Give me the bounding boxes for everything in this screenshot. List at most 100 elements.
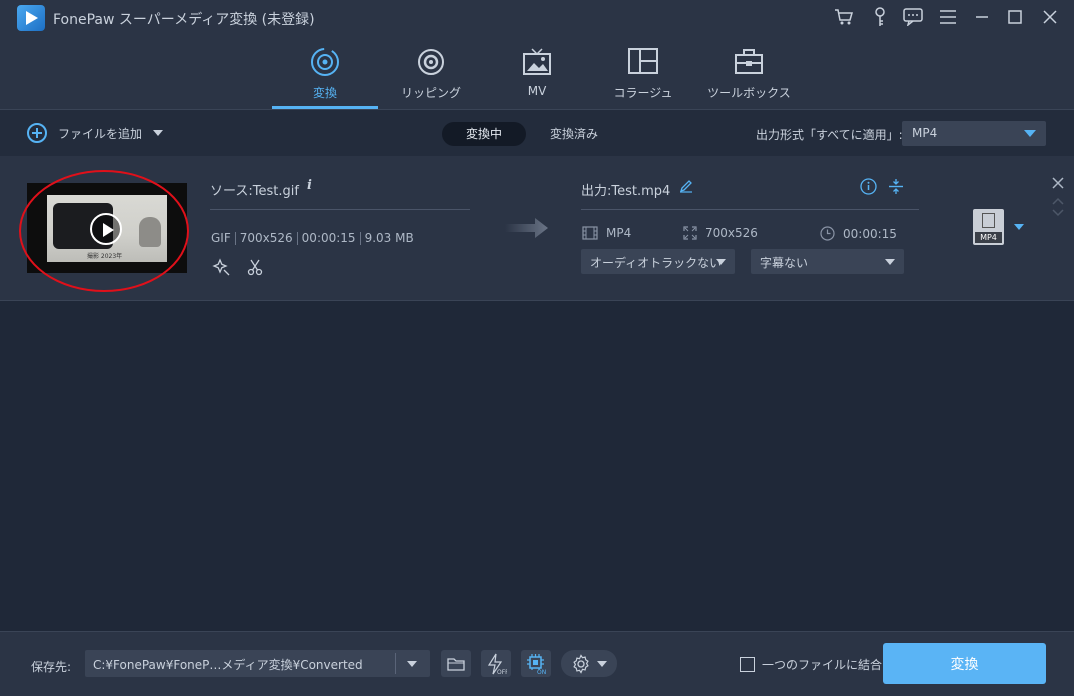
cut-icon[interactable]: [246, 258, 264, 276]
collage-icon: [626, 46, 660, 78]
output-format-info: MP4: [582, 226, 631, 240]
highlight-ellipse: [19, 170, 189, 292]
output-duration-text: 00:00:15: [843, 226, 897, 241]
subtitle-select[interactable]: 字幕ない: [751, 249, 904, 274]
output-file-name: 出力:Test.mp4: [581, 184, 671, 199]
film-icon: [582, 226, 598, 240]
output-format-select[interactable]: MP4: [902, 121, 1046, 146]
gpu-accel-on-button[interactable]: ON: [521, 650, 551, 677]
lightning-off-icon: OFF: [487, 653, 507, 675]
audio-track-select[interactable]: オーディオトラックない: [581, 249, 735, 274]
audio-track-value: オーディオトラックない: [590, 256, 722, 270]
divider: [359, 232, 361, 245]
compress-icon[interactable]: [888, 178, 906, 196]
segment-converted[interactable]: 変換済み: [526, 122, 622, 146]
divider: [395, 653, 396, 674]
chevron-down-icon[interactable]: [1014, 224, 1024, 230]
convert-status-toggle: 変換中 変換済み: [442, 122, 622, 146]
title-bar: FonePaw スーパーメディア変換 (未登録): [0, 0, 1074, 36]
convert-icon: [308, 46, 342, 78]
info-icon[interactable]: i: [307, 178, 312, 193]
hardware-accel-off-button[interactable]: OFF: [481, 650, 511, 677]
app-title: FonePaw スーパーメディア変換 (未登録): [53, 12, 315, 28]
main-nav: 変換 リッピング MV コラージュ ツールボックス: [0, 36, 1074, 110]
segment-converting[interactable]: 変換中: [442, 122, 527, 146]
open-folder-button[interactable]: [441, 650, 471, 677]
merge-label: 一つのファイルに結合: [762, 658, 883, 672]
folder-icon: [447, 657, 465, 671]
svg-text:ON: ON: [537, 669, 546, 675]
source-file-name: ソース:Test.gif: [210, 184, 299, 199]
format-badge-label: MP4: [975, 232, 1002, 243]
source-format: GIF: [211, 231, 231, 245]
maximize-icon[interactable]: [1004, 6, 1026, 28]
film-icon: [982, 213, 995, 228]
toolbox-icon: [732, 46, 766, 78]
tab-collage[interactable]: コラージュ: [590, 36, 696, 110]
divider: [0, 300, 1074, 301]
tab-ripper[interactable]: リッピング: [378, 36, 484, 110]
save-path-value: C:¥FonePaw¥FoneP…メディア変換¥Converted: [93, 658, 363, 672]
output-format-value: MP4: [912, 126, 938, 140]
move-down-icon[interactable]: [1052, 206, 1070, 224]
divider: [210, 209, 470, 210]
add-icon: [27, 123, 47, 143]
chevron-down-icon: [1024, 130, 1036, 137]
source-resolution: 700x526: [239, 231, 293, 245]
add-file-button[interactable]: ファイルを追加: [27, 123, 164, 143]
remove-icon[interactable]: [1052, 177, 1070, 195]
divider: [581, 209, 919, 210]
resize-icon: [683, 226, 697, 240]
gear-icon: [573, 653, 589, 674]
convert-button[interactable]: 変換: [883, 643, 1046, 684]
tab-mv[interactable]: MV: [484, 36, 590, 110]
clock-icon: [820, 226, 835, 241]
bottom-bar: 保存先: C:¥FonePaw¥FoneP…メディア変換¥Converted O…: [0, 631, 1074, 696]
arrow-right-icon: [505, 217, 549, 239]
svg-text:OFF: OFF: [497, 669, 507, 675]
divider: [234, 232, 236, 245]
output-format-label: 出力形式「すべてに適用」:: [756, 128, 903, 142]
source-duration: 00:00:15: [301, 231, 356, 245]
minimize-icon[interactable]: [971, 6, 993, 28]
output-resolution-info: 700x526: [683, 226, 758, 240]
key-icon[interactable]: [869, 6, 891, 28]
subtitle-value: 字幕ない: [760, 256, 809, 270]
output-duration-info: 00:00:15: [820, 226, 897, 241]
tab-label: MV: [527, 84, 547, 98]
checkbox[interactable]: [740, 657, 755, 672]
merge-checkbox[interactable]: 一つのファイルに結合: [740, 656, 882, 673]
tab-label: リッピング: [400, 86, 461, 100]
toolbar: ファイルを追加 変換中 変換済み 出力形式「すべてに適用」: MP4: [0, 110, 1074, 156]
ripper-icon: [414, 46, 448, 78]
cart-icon[interactable]: [833, 6, 855, 28]
chevron-down-icon: [716, 259, 726, 265]
info-icon[interactable]: [860, 178, 878, 196]
divider: [296, 232, 298, 245]
source-meta: GIF 700x526 00:00:15 9.03 MB: [211, 231, 414, 245]
mv-icon: [520, 46, 554, 78]
tab-toolbox[interactable]: ツールボックス: [696, 36, 802, 110]
app-logo-icon: [17, 5, 45, 31]
output-format-badge[interactable]: MP4: [973, 209, 1004, 245]
tab-label: コラージュ: [613, 86, 673, 100]
save-path-select[interactable]: C:¥FonePaw¥FoneP…メディア変換¥Converted: [85, 650, 430, 677]
tab-label: 変換: [312, 86, 337, 100]
chevron-down-icon[interactable]: [153, 130, 164, 136]
output-format-text: MP4: [606, 226, 632, 240]
output-resolution-text: 700x526: [705, 226, 758, 240]
add-file-label: ファイルを追加: [58, 126, 143, 141]
chip-on-icon: ON: [527, 653, 546, 675]
chevron-down-icon: [885, 259, 895, 265]
enhance-icon[interactable]: [212, 258, 230, 276]
menu-icon[interactable]: [937, 6, 959, 28]
chat-icon[interactable]: [902, 6, 924, 28]
settings-button[interactable]: [561, 650, 617, 677]
tab-label: ツールボックス: [707, 86, 791, 100]
tab-convert[interactable]: 変換: [272, 36, 378, 110]
chevron-down-icon[interactable]: [407, 661, 417, 667]
source-size: 9.03 MB: [364, 231, 414, 245]
save-location-label: 保存先:: [31, 660, 72, 674]
edit-name-icon[interactable]: [679, 179, 697, 197]
close-icon[interactable]: [1039, 6, 1061, 28]
